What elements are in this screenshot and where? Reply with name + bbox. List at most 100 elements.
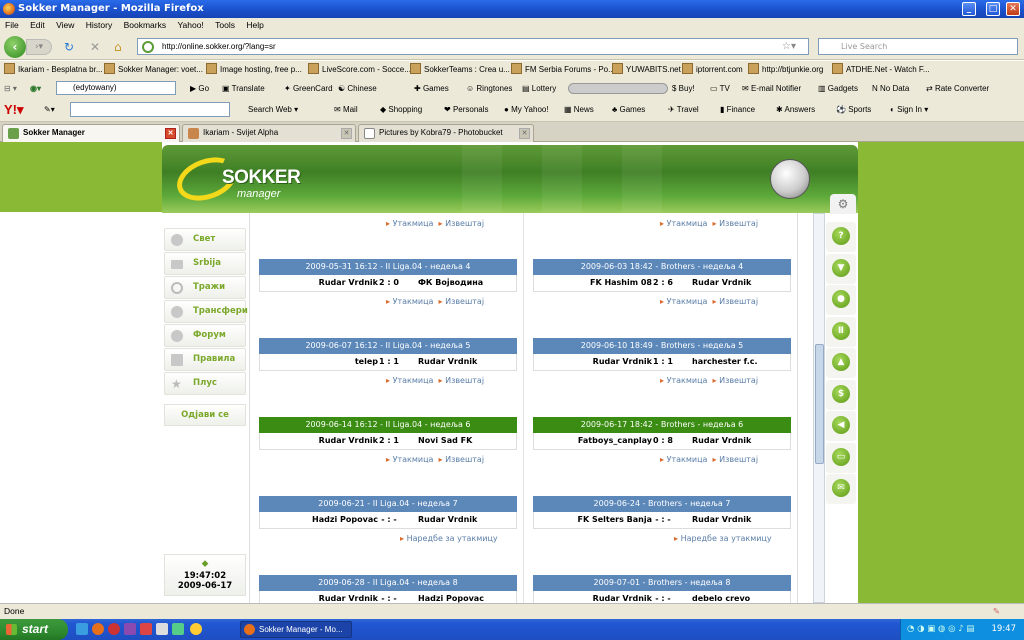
match-row[interactable]: Rudar Vrdnik - : - debelo crevo — [533, 591, 791, 603]
report-link[interactable]: Извештај — [719, 219, 758, 228]
shield-button[interactable]: ▼ — [826, 253, 856, 284]
bookmark-item[interactable]: iptorrent.com — [682, 61, 743, 79]
firefox-quicklaunch-icon[interactable] — [92, 623, 104, 635]
report-link[interactable]: Извештај — [719, 455, 758, 464]
yahoo-finance[interactable]: ▮ Finance — [720, 98, 755, 121]
tab-close-icon[interactable]: ✕ — [519, 128, 530, 139]
home-icon[interactable]: ⌂ — [114, 41, 122, 53]
match-row[interactable]: FK Selters Banja - : - Rudar Vrdnik — [533, 512, 791, 529]
menu-tools[interactable]: Tools — [215, 20, 235, 30]
ie-icon[interactable] — [76, 623, 88, 635]
match-link[interactable]: Утакмица — [393, 297, 434, 306]
tactics-button[interactable]: Ⅱ — [826, 316, 856, 347]
forward-button[interactable]: ›▾ — [26, 39, 52, 55]
match-link[interactable]: Утакмица — [393, 376, 434, 385]
sidebar-item-plus[interactable]: ★ Плус — [164, 372, 246, 395]
yahoo-logo-icon[interactable]: Y!▾ — [4, 98, 24, 121]
toolbar-go[interactable]: ▶ Go — [190, 79, 209, 98]
toolbar-menu-icon[interactable]: ⊟ ▾ — [4, 79, 17, 98]
bookmark-item[interactable]: Sokker Manager: voet... — [104, 61, 203, 79]
media-slider[interactable] — [568, 83, 668, 94]
logout-button[interactable]: Одјави се — [164, 404, 246, 426]
menu-view[interactable]: View — [56, 20, 74, 30]
sidebar-item-srbija[interactable]: Srbija — [164, 252, 246, 275]
match-orders-link[interactable]: Наредбе за утакмицу — [681, 534, 772, 543]
help-button[interactable]: ? — [826, 222, 856, 252]
toolbar-rate-converter[interactable]: ⇄ Rate Converter — [926, 79, 989, 98]
match-orders-link[interactable]: Наредбе за утакмицу — [407, 534, 498, 543]
yahoo-search-input[interactable] — [70, 102, 230, 117]
report-link[interactable]: Извештај — [445, 219, 484, 228]
toolbar-lottery[interactable]: ▤ Lottery — [522, 79, 556, 98]
bookmark-item[interactable]: ATDHE.Net - Watch F... — [832, 61, 930, 79]
match-link[interactable]: Утакмица — [667, 455, 708, 464]
stadium-button[interactable]: ▭ — [826, 442, 856, 473]
search-input[interactable]: Live Search — [818, 38, 1018, 55]
match-row[interactable]: Rudar Vrdnik - : - Hadzi Popovac — [259, 591, 517, 603]
training-button[interactable]: ▲ — [826, 348, 856, 378]
app-icon[interactable] — [140, 623, 152, 635]
history-button[interactable]: ◀ — [826, 411, 856, 441]
sidebar-item-forum[interactable]: Форум — [164, 324, 246, 347]
toolbar-greencard[interactable]: ✦ GreenCard — [284, 79, 333, 98]
report-link[interactable]: Извештај — [719, 297, 758, 306]
menu-history[interactable]: History — [86, 20, 112, 30]
tab-ikariam[interactable]: Ikariam - Svijet Alpha ✕ — [182, 124, 356, 142]
toolbar-buy[interactable]: $ Buy! — [672, 79, 695, 98]
sidebar-item-rules[interactable]: Правила — [164, 348, 246, 371]
toolbar-translate[interactable]: ▣ Translate — [222, 79, 265, 98]
minimize-button[interactable]: _ — [962, 2, 976, 16]
addon-status-icon[interactable]: ✎ — [993, 604, 1000, 619]
options-icon[interactable]: ⚙ — [830, 194, 856, 214]
report-link[interactable]: Извештај — [445, 376, 484, 385]
bookmark-item[interactable]: FM Serbia Forums - Po... — [511, 61, 615, 79]
app-icon[interactable] — [156, 623, 168, 635]
yahoo-sports[interactable]: ⚽ Sports — [836, 98, 871, 121]
app-icon[interactable] — [124, 623, 136, 635]
url-bar[interactable]: http://online.sokker.org/?lang=sr ☆▾ — [137, 38, 809, 55]
toolbar-search-field[interactable]: (edytowany) — [56, 81, 176, 95]
yahoo-shopping[interactable]: ◆ Shopping — [380, 98, 422, 121]
toolbar-gadgets[interactable]: ▥ Gadgets — [818, 79, 858, 98]
bookmark-star-icon[interactable]: ☆▾ — [782, 39, 796, 54]
toolbar-ringtones[interactable]: ☺ Ringtones — [466, 79, 512, 98]
bookmark-item[interactable]: YUWABITS.net — [612, 61, 681, 79]
yahoo-my-yahoo[interactable]: ● My Yahoo! — [504, 98, 549, 121]
menu-help[interactable]: Help — [246, 20, 263, 30]
yahoo-sign-in[interactable]: ◐ Sign In ▾ — [890, 98, 928, 121]
menu-yahoo[interactable]: Yahoo! — [177, 20, 203, 30]
tray-icons[interactable]: ◔ ◑ ▣ ◍ ◎ ♪ ▤ — [907, 619, 974, 640]
yahoo-mail[interactable]: ✉ Mail — [334, 98, 358, 121]
toolbar-email-notifier[interactable]: ✉ E-mail Notifier — [742, 79, 801, 98]
match-link[interactable]: Утакмица — [667, 297, 708, 306]
messenger-icon[interactable] — [190, 623, 202, 635]
tab-photobucket[interactable]: Pictures by Kobra79 - Photobucket ✕ — [358, 124, 534, 142]
menu-bookmarks[interactable]: Bookmarks — [124, 20, 167, 30]
bookmark-item[interactable]: http://btjunkie.org — [748, 61, 823, 79]
finance-button[interactable]: $ — [826, 379, 856, 410]
reload-icon[interactable]: ↻ — [64, 41, 74, 53]
match-row[interactable]: FK Hashim 08 2 : 6 Rudar Vrdnik — [533, 275, 791, 292]
toolbar-games[interactable]: ✚ Games — [414, 79, 449, 98]
yahoo-news[interactable]: ▦ News — [564, 98, 594, 121]
sidebar-item-search[interactable]: Тражи — [164, 276, 246, 299]
start-button[interactable]: start — [0, 619, 68, 640]
scrollbar-thumb[interactable] — [815, 344, 824, 464]
yahoo-travel[interactable]: ✈ Travel — [668, 98, 699, 121]
taskbar-item-firefox[interactable]: Sokker Manager - Mo... — [240, 621, 352, 638]
messages-button[interactable]: ✉ — [826, 474, 856, 504]
close-button[interactable]: ✕ — [1006, 2, 1020, 16]
report-link[interactable]: Извештај — [445, 455, 484, 464]
app-icon[interactable] — [172, 623, 184, 635]
bookmark-item[interactable]: SokkerTeams : Crea u... — [410, 61, 510, 79]
player-button[interactable]: ● — [826, 285, 856, 315]
match-row[interactable]: Hadzi Popovac - : - Rudar Vrdnik — [259, 512, 517, 529]
stop-icon[interactable]: ✕ — [90, 41, 100, 53]
yahoo-answers[interactable]: ✱ Answers — [776, 98, 815, 121]
maximize-button[interactable]: □ — [986, 2, 1000, 16]
tab-close-icon[interactable]: ✕ — [341, 128, 352, 139]
tab-close-icon[interactable]: ✕ — [165, 128, 176, 139]
match-row[interactable]: Fatboys_canplay 0 : 8 Rudar Vrdnik — [533, 433, 791, 450]
content-scrollbar[interactable] — [813, 213, 825, 603]
tab-sokker-manager[interactable]: Sokker Manager ✕ — [2, 124, 180, 142]
